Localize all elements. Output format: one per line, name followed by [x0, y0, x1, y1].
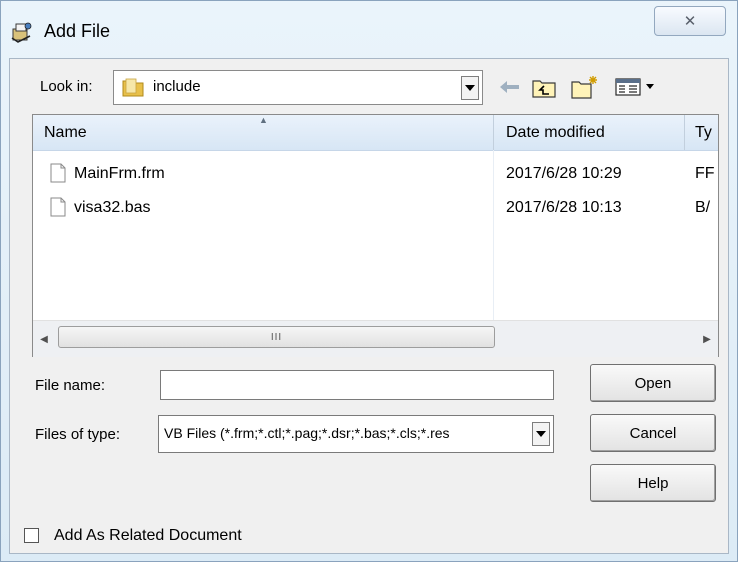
files-of-type-dropdown-button[interactable]: [532, 422, 550, 446]
new-folder-icon: [571, 76, 597, 99]
grip-icon: III: [270, 331, 283, 343]
scroll-right-icon[interactable]: ▶: [698, 330, 716, 348]
chevron-down-icon: [536, 431, 546, 437]
header-divider[interactable]: [684, 115, 685, 150]
files-of-type-label: Files of type:: [35, 426, 121, 443]
cancel-button[interactable]: Cancel: [590, 414, 716, 452]
view-menu-icon: [615, 78, 654, 96]
file-icon: [50, 197, 66, 217]
chevron-down-icon: [465, 85, 475, 91]
scrollbar-thumb[interactable]: III: [58, 326, 495, 348]
up-folder-icon: [532, 80, 556, 98]
file-type: B/: [695, 199, 711, 216]
close-icon: ✕: [683, 13, 697, 30]
folder-icon: [122, 77, 144, 97]
back-arrow-icon: [500, 81, 519, 93]
help-button[interactable]: Help: [590, 464, 716, 502]
add-as-related-document-label[interactable]: Add As Related Document: [54, 527, 242, 545]
back-button[interactable]: [499, 74, 521, 100]
file-name-input[interactable]: [160, 370, 554, 400]
file-icon: [50, 163, 66, 183]
up-one-level-button[interactable]: [531, 74, 557, 100]
file-type: FF: [695, 165, 715, 182]
add-as-related-document-checkbox[interactable]: [24, 528, 39, 543]
look-in-dropdown-button[interactable]: [461, 76, 479, 100]
file-name-label: File name:: [35, 377, 106, 394]
file-list-header: [33, 115, 718, 151]
files-of-type-value: VB Files (*.frm;*.ctl;*.pag;*.dsr;*.bas;…: [164, 425, 450, 441]
look-in-value: include: [153, 78, 201, 95]
file-name: visa32.bas: [74, 199, 151, 216]
dialog-title: Add File: [44, 21, 111, 41]
file-date: 2017/6/28 10:29: [506, 165, 622, 182]
sort-ascending-icon: ▲: [259, 115, 268, 125]
column-header-type[interactable]: Ty: [695, 124, 712, 142]
file-date: 2017/6/28 10:13: [506, 199, 622, 216]
add-file-app-icon: [10, 20, 34, 44]
file-name: MainFrm.frm: [74, 165, 165, 182]
open-button[interactable]: Open: [590, 364, 716, 402]
close-button[interactable]: ✕: [654, 6, 726, 36]
view-menu-button[interactable]: [614, 74, 660, 100]
column-header-name[interactable]: Name: [44, 124, 87, 142]
header-divider[interactable]: [493, 115, 494, 150]
new-folder-button[interactable]: [570, 74, 600, 100]
scroll-left-icon[interactable]: ◀: [35, 330, 53, 348]
look-in-label: Look in:: [40, 78, 93, 95]
column-header-date-modified[interactable]: Date modified: [506, 124, 605, 142]
